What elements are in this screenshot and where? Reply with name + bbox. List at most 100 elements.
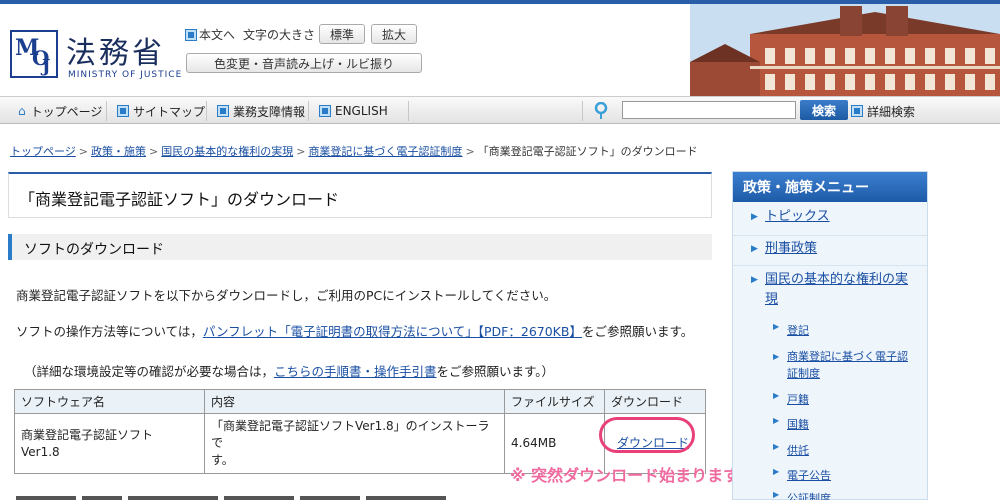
breadcrumb-link-policy[interactable]: 政策・施策 [91,145,146,158]
breadcrumb-separator: > [296,145,306,158]
font-size-label: 文字の大きさ [243,28,316,42]
sidebar-link-criminal[interactable]: 刑事政策 [765,241,817,256]
download-warning-annotation: ※ 突然ダウンロード始まります！ [510,466,756,485]
building-photo [690,4,1000,96]
sidebar-link-topics[interactable]: トピックス [765,209,830,224]
nav-english-label: ENGLISH [335,104,388,118]
skip-link-label: 本文へ [199,28,236,42]
column-header: ダウンロード [604,389,706,414]
page-title: 「商業登記電子認証ソフト」のダウンロード [19,190,340,209]
font-standard-button[interactable]: 標準 [319,24,365,44]
nav-sitemap-label: サイトマップ [133,104,206,119]
sidebar-item-criminal[interactable]: ▶ 刑事政策 [733,236,927,266]
sidebar-subitem-deposit[interactable]: ▶ 供託 [733,442,927,458]
square-bullet-icon [218,106,228,116]
guide-text-pre: （詳細な環境設定等の確認が必要な場合は， [24,364,275,379]
square-bullet-icon [852,106,862,116]
triangle-right-icon: ▶ [751,212,758,222]
search-button[interactable]: 検索 [800,100,848,120]
sidebar-sublink[interactable]: 国籍 [787,418,809,431]
sidebar-sublink[interactable]: 電子公告 [787,469,831,482]
nav-divider [582,101,583,121]
nav-item-top[interactable]: ⌂ トップページ [18,97,102,125]
triangle-right-icon: ▶ [773,467,780,476]
breadcrumb-separator: > [149,145,159,158]
cut-off-text [16,488,456,500]
software-name-cell: 商業登記電子認証ソフト Ver1.8 [14,413,205,474]
accessibility-button[interactable]: 色変更・音声読み上げ・ルビ振り [186,53,422,73]
sidebar-item-topics[interactable]: ▶ トピックス [733,206,927,236]
triangle-right-icon: ▶ [773,352,780,361]
triangle-right-icon: ▶ [773,442,780,451]
nav-divider [408,101,409,121]
breadcrumb-separator: > [78,145,88,158]
highlight-oval [599,417,695,453]
sidebar-subitem-nationality[interactable]: ▶ 国籍 [733,416,927,432]
triangle-right-icon: ▶ [773,391,780,400]
breadcrumb-separator: > [465,145,475,158]
nav-outage-label: 業務支障情報 [233,104,306,119]
triangle-right-icon: ▶ [773,490,780,499]
sidebar-subitem-ecert[interactable]: ▶ 商業登記に基づく電子認 証制度 [733,348,927,382]
sidebar-subitem-family[interactable]: ▶ 戸籍 [733,391,927,407]
breadcrumb-link-rights[interactable]: 国民の基本的な権利の実現 [161,145,293,158]
moj-logo[interactable]: M O J [10,30,58,78]
triangle-right-icon: ▶ [751,275,758,285]
sidebar-sublink[interactable]: 商業登記に基づく電子認 証制度 [787,350,908,380]
sidebar-link-rights[interactable]: 国民の基本的な権利の実現 [765,272,908,307]
software-version-line: Ver1.8 [21,444,60,459]
content-line: 「商業登記電子認証ソフトVer1.8」のインストーラで [211,419,490,450]
content-line: す。 [211,453,234,467]
site-title[interactable]: 法務省 [66,28,165,72]
breadcrumb-link-top[interactable]: トップページ [10,145,76,158]
sidebar-subitem-registration[interactable]: ▶ 登記 [733,322,927,338]
sidebar-link-rights-line: 現 [765,292,779,307]
triangle-right-icon: ▶ [773,416,780,425]
breadcrumb-link-ecert[interactable]: 商業登記に基づく電子認証制度 [308,145,462,158]
square-bullet-icon [118,106,128,116]
advanced-search-link[interactable]: 詳細検索 [852,97,915,125]
site-subtitle: MINISTRY OF JUSTICE [68,70,183,80]
intro-paragraph: 商業登記電子認証ソフトを以下からダウンロードし，ご利用のPCにインストールしてく… [16,288,557,303]
search-pin-icon [594,97,608,125]
guide-paragraph: （詳細な環境設定等の確認が必要な場合は，こちらの手順書・操作手引書をご参照願いま… [24,361,554,380]
sidebar-subitem-notary[interactable]: ▶ 公証制度 [733,490,927,500]
column-header: 内容 [204,389,505,414]
nav-item-sitemap[interactable]: サイトマップ [118,97,205,125]
square-bullet-icon [186,29,196,40]
table-header-row: ソフトウェア名 内容 ファイルサイズ ダウンロード [14,389,706,414]
content-cell: 「商業登記電子認証ソフトVer1.8」のインストーラです。 [204,413,505,474]
sidebar-sublink-line: 証制度 [787,367,820,380]
advanced-search-label: 詳細検索 [867,104,916,119]
global-nav: ⌂ トップページ サイトマップ 業務支障情報 ENGLISH 詳細検索 [0,96,1000,124]
pamphlet-link[interactable]: パンフレット「電子証明書の取得方法について」【PDF：2670KB】 [203,324,582,339]
nav-divider [106,101,107,121]
section-title: ソフトのダウンロード [24,242,164,258]
sidebar-sublink[interactable]: 供託 [787,444,809,457]
guide-link[interactable]: こちらの手順書・操作手引書 [274,364,437,379]
manual-text-pre: ソフトの操作方法等については， [16,324,203,339]
manual-text-post: をご参照願います。 [581,324,694,339]
sidebar-sublink[interactable]: 戸籍 [787,393,809,406]
square-bullet-icon [320,106,330,116]
sidebar-title: 政策・施策メニュー [733,172,927,202]
column-header: ファイルサイズ [504,389,605,414]
sidebar-sublink[interactable]: 登記 [787,324,809,337]
skip-to-content-link[interactable]: 本文へ [186,26,235,43]
nav-item-english[interactable]: ENGLISH [320,97,388,125]
nav-item-outage[interactable]: 業務支障情報 [218,97,305,125]
sidebar-sublink[interactable]: 公証制度 [787,492,831,500]
nav-divider [308,101,309,121]
search-input[interactable] [622,101,796,119]
nav-top-label: トップページ [30,104,103,119]
sidebar-link-rights-line: 国民の基本的な権利の実 [765,272,909,287]
font-large-button[interactable]: 拡大 [371,24,417,44]
policy-menu-sidebar: 政策・施策メニュー ▶ トピックス ▶ 刑事政策 ▶ 国民の基本的な権利の実現 … [732,171,928,500]
column-header: ソフトウェア名 [14,389,205,414]
sidebar-item-rights[interactable]: ▶ 国民の基本的な権利の実現 [733,266,927,316]
sidebar-sublink-line: 商業登記に基づく電子認 [787,350,908,363]
nav-divider [206,101,207,121]
software-name-line: 商業登記電子認証ソフト [21,427,154,442]
page-title-box: 「商業登記電子認証ソフト」のダウンロード [8,172,712,218]
sidebar-subitem-public-notice[interactable]: ▶ 電子公告 [733,467,927,483]
